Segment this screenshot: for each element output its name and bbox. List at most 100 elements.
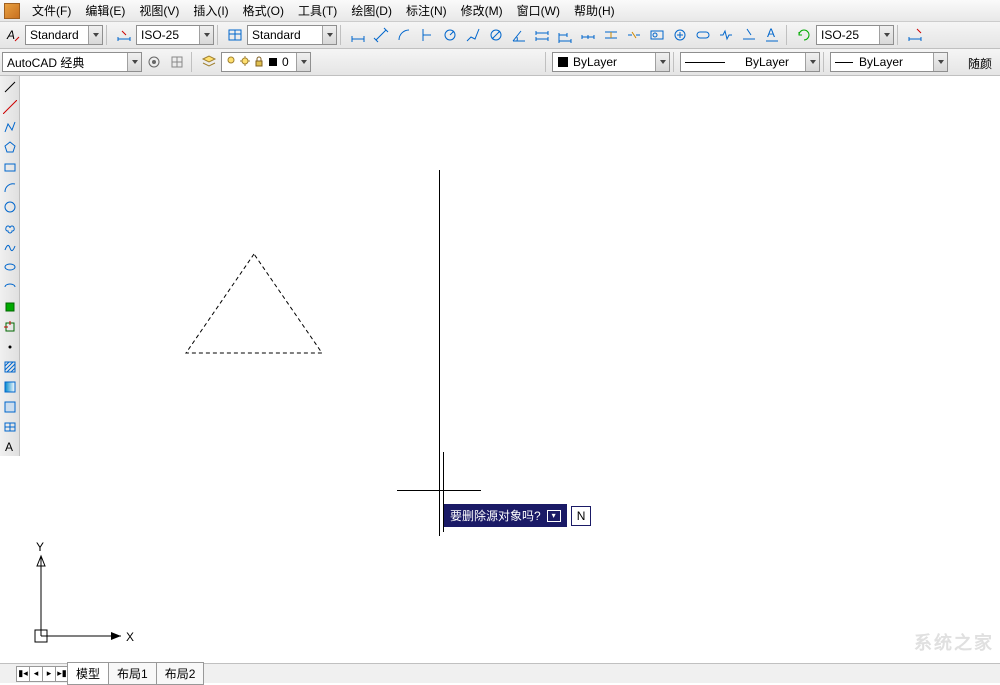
dim-continue-icon[interactable] [577,24,599,46]
layer-combo[interactable]: 0 [221,52,311,72]
circle-tool-icon[interactable] [1,198,19,216]
table-style-value: Standard [252,28,301,42]
tab-prev-icon[interactable]: ◂ [29,666,43,682]
svg-text:A: A [767,27,775,40]
dim-style-value-2: ISO-25 [821,28,859,42]
insert-block-icon[interactable] [1,298,19,316]
mtext-tool-icon[interactable]: A [1,438,19,456]
dynamic-input-prompt: 要删除源对象吗? ▾ N [444,504,591,527]
spline-tool-icon[interactable] [1,238,19,256]
ellipse-tool-icon[interactable] [1,258,19,276]
prompt-input[interactable]: N [571,506,592,526]
table-style-icon[interactable] [224,24,246,46]
dim-style-combo[interactable]: ISO-25 [136,25,214,45]
menu-help[interactable]: 帮助(H) [568,0,621,21]
menu-window[interactable]: 窗口(W) [511,0,566,21]
jog-line-icon[interactable] [715,24,737,46]
dropdown-arrow-icon [879,26,893,44]
dim-radius-icon[interactable] [439,24,461,46]
menu-edit[interactable]: 编辑(E) [79,0,131,21]
text-style-icon[interactable]: A [2,24,24,46]
dim-style-edit-icon[interactable] [904,24,926,46]
rectangle-tool-icon[interactable] [1,158,19,176]
x-axis-label: X [126,630,134,644]
dim-aligned-icon[interactable] [370,24,392,46]
dropdown-arrow-icon [805,53,819,71]
revcloud-tool-icon[interactable] [1,218,19,236]
polygon-tool-icon[interactable] [1,138,19,156]
menu-dimension[interactable]: 标注(N) [400,0,453,21]
inspect-icon[interactable] [692,24,714,46]
layer-state-icons [226,56,280,68]
tolerance-icon[interactable] [646,24,668,46]
separator [786,25,790,45]
center-mark-icon[interactable] [669,24,691,46]
linetype-sample-icon [685,62,725,63]
prompt-label: 要删除源对象吗? ▾ [444,504,567,527]
region-tool-icon[interactable] [1,398,19,416]
tab-model[interactable]: 模型 [67,662,109,685]
crosshair-vertical [439,170,440,536]
make-block-icon[interactable] [1,318,19,336]
dropdown-arrow-icon [127,53,141,71]
layer-manager-icon[interactable] [198,51,220,73]
tab-first-icon[interactable]: ▮◂ [16,666,30,682]
dim-quick-icon[interactable] [531,24,553,46]
polyline-tool-icon[interactable] [1,118,19,136]
menu-draw[interactable]: 绘图(D) [345,0,398,21]
hatch-tool-icon[interactable] [1,358,19,376]
drawing-area[interactable]: 要删除源对象吗? ▾ N X Y [20,76,1000,663]
point-tool-icon[interactable] [1,338,19,356]
linetype-combo[interactable]: ByLayer [680,52,820,72]
y-axis-label: Y [36,541,44,554]
dim-edit-icon[interactable] [738,24,760,46]
toolbar-styles: A Standard ISO-25 Standard A ISO-25 [0,22,1000,49]
workspace-combo[interactable]: AutoCAD 经典 [2,52,142,72]
dim-update-icon[interactable] [793,24,815,46]
sun-freeze-icon [240,56,252,68]
extra-color-button[interactable]: 随颜 [962,53,998,74]
xline-tool-icon[interactable] [1,98,19,116]
lightbulb-icon [226,56,238,68]
dim-ordinate-icon[interactable] [416,24,438,46]
crosshair-horizontal [397,490,481,491]
tab-layout2[interactable]: 布局2 [156,662,205,685]
dim-style-combo-2[interactable]: ISO-25 [816,25,894,45]
svg-text:A: A [6,28,15,42]
dim-tedit-icon[interactable]: A [761,24,783,46]
table-style-combo[interactable]: Standard [247,25,337,45]
color-combo[interactable]: ByLayer [552,52,670,72]
tab-layout1[interactable]: 布局1 [108,662,157,685]
dim-jogged-icon[interactable] [462,24,484,46]
line-tool-icon[interactable] [1,78,19,96]
dim-space-icon[interactable] [600,24,622,46]
gradient-tool-icon[interactable] [1,378,19,396]
dim-diameter-icon[interactable] [485,24,507,46]
arc-tool-icon[interactable] [1,178,19,196]
menu-tools[interactable]: 工具(T) [292,0,343,21]
triangle-object [183,251,325,356]
lineweight-value: ByLayer [859,55,903,69]
menu-format[interactable]: 格式(O) [237,0,290,21]
dim-arc-icon[interactable] [393,24,415,46]
dim-break-icon[interactable] [623,24,645,46]
dim-angular-icon[interactable] [508,24,530,46]
lineweight-combo[interactable]: ByLayer [830,52,948,72]
text-style-value: Standard [30,28,79,42]
menu-insert[interactable]: 插入(I) [187,0,234,21]
dim-linear-icon[interactable] [347,24,369,46]
menu-bar: 文件(F) 编辑(E) 视图(V) 插入(I) 格式(O) 工具(T) 绘图(D… [0,0,1000,22]
workspace-grid-icon[interactable] [166,51,188,73]
workspace-settings-icon[interactable] [143,51,165,73]
separator [191,52,195,72]
dim-baseline-icon[interactable] [554,24,576,46]
ellipse-arc-tool-icon[interactable] [1,278,19,296]
tab-next-icon[interactable]: ▸ [42,666,56,682]
text-style-combo[interactable]: Standard [25,25,103,45]
dim-style-icon[interactable] [113,24,135,46]
menu-file[interactable]: 文件(F) [26,0,77,21]
menu-modify[interactable]: 修改(M) [455,0,509,21]
menu-view[interactable]: 视图(V) [133,0,185,21]
table-tool-icon[interactable] [1,418,19,436]
dropdown-arrow-icon [88,26,102,44]
